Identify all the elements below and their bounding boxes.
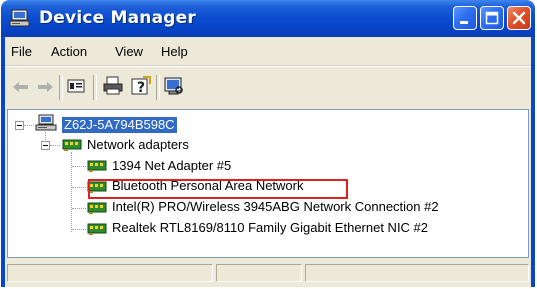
tree-root-computer[interactable]: Z62J-5A794B598C xyxy=(62,117,177,133)
close-button[interactable] xyxy=(507,6,531,30)
network-adapter-icon xyxy=(87,160,107,172)
tree-connector xyxy=(72,208,86,209)
highlight-box xyxy=(88,179,348,199)
computer-icon xyxy=(35,114,57,131)
status-bar xyxy=(5,262,531,284)
properties-icon[interactable] xyxy=(67,78,85,94)
window-title: Device Manager xyxy=(39,8,196,28)
close-icon xyxy=(512,11,526,25)
minimize-icon xyxy=(460,21,468,24)
tree-device-1394-net-adapter[interactable]: 1394 Net Adapter #5 xyxy=(112,158,231,173)
print-icon[interactable] xyxy=(102,76,124,96)
back-arrow-icon[interactable] xyxy=(12,80,30,94)
tree-connector xyxy=(72,229,86,230)
network-adapter-icon xyxy=(87,202,107,214)
tree-connector xyxy=(72,187,86,188)
menu-view[interactable]: View xyxy=(115,44,143,59)
tree-connector xyxy=(50,145,60,146)
help-icon[interactable]: ? xyxy=(130,76,152,96)
toolbar-separator xyxy=(93,75,97,100)
maximize-icon xyxy=(485,11,499,25)
minimize-button[interactable] xyxy=(453,6,477,30)
tree-connector xyxy=(24,125,34,126)
toolbar-separator xyxy=(156,75,160,100)
menu-help[interactable]: Help xyxy=(161,44,188,59)
category-collapse-toggle[interactable] xyxy=(41,141,50,150)
toolbar: ? xyxy=(5,66,531,107)
status-panel xyxy=(216,264,302,282)
menu-bar: File Action View Help xyxy=(5,37,531,66)
window-border-right xyxy=(531,37,535,287)
title-bar[interactable]: Device Manager xyxy=(1,0,535,37)
root-collapse-toggle[interactable] xyxy=(15,121,24,130)
device-tree[interactable]: Z62J-5A794B598C Network adapters 1394 Ne… xyxy=(7,109,529,258)
menu-action[interactable]: Action xyxy=(51,44,87,59)
svg-text:?: ? xyxy=(137,80,145,96)
forward-arrow-icon[interactable] xyxy=(36,80,54,94)
device-manager-icon xyxy=(9,9,30,27)
device-manager-window: Device Manager File Action View Help ? Z… xyxy=(1,0,535,287)
tree-connector xyxy=(71,152,72,232)
network-adapter-icon xyxy=(62,139,82,151)
network-adapter-icon xyxy=(87,223,107,235)
status-panel xyxy=(305,264,529,282)
tree-connector xyxy=(72,166,86,167)
maximize-button[interactable] xyxy=(480,6,504,30)
tree-device-intel-wireless[interactable]: Intel(R) PRO/Wireless 3945ABG Network Co… xyxy=(112,199,439,214)
tree-device-realtek-ethernet[interactable]: Realtek RTL8169/8110 Family Gigabit Ethe… xyxy=(112,220,428,235)
tree-category-network-adapters[interactable]: Network adapters xyxy=(87,137,189,152)
menu-file[interactable]: File xyxy=(11,44,32,59)
status-panel xyxy=(7,264,213,282)
toolbar-separator xyxy=(59,75,63,100)
hardware-scan-icon[interactable] xyxy=(163,76,185,96)
